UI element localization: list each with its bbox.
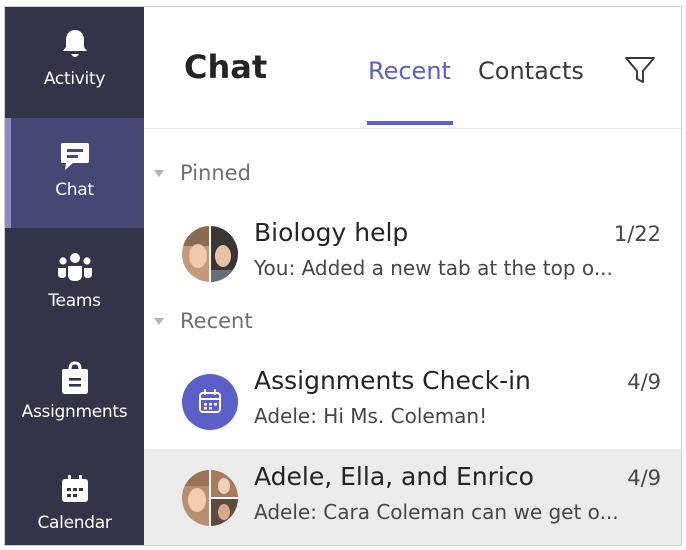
rail-label-activity: Activity [43,69,106,89]
teams-chat-window: Activity Chat Teams Assignments Calendar… [4,6,682,546]
chat-name: Assignments Check-in [254,366,531,395]
chat-date: 4/9 [627,370,661,394]
chat-date: 1/22 [613,222,661,246]
chat-row-adele-ella-enrico[interactable]: Adele, Ella, and Enrico 4/9 Adele: Cara … [144,449,681,545]
calendar-icon [57,471,93,507]
group-avatar [182,226,238,282]
section-label-pinned: Pinned [180,161,251,185]
caret-down-icon [154,169,164,177]
rail-item-calendar[interactable]: Calendar [5,451,144,545]
bell-icon [57,27,93,63]
chat-name: Adele, Ella, and Enrico [254,462,534,491]
rail-label-calendar: Calendar [37,513,112,533]
rail-item-assignments[interactable]: Assignments [5,340,144,450]
tab-contacts[interactable]: Contacts [478,57,584,85]
section-recent-header[interactable]: Recent [154,306,253,336]
active-tab-indicator [367,121,453,125]
tab-recent[interactable]: Recent [368,57,451,85]
chat-row-assignments-check-in[interactable]: Assignments Check-in 4/9 Adele: Hi Ms. C… [144,353,681,449]
chat-preview: Adele: Cara Coleman can we get o... [254,500,619,524]
rail-item-activity[interactable]: Activity [5,7,144,117]
calendar-avatar-icon [182,374,238,430]
app-rail: Activity Chat Teams Assignments Calendar [5,7,144,545]
chat-name: Biology help [254,218,409,247]
rail-item-chat[interactable]: Chat [5,118,144,228]
filter-icon[interactable] [622,52,658,88]
chat-preview: Adele: Hi Ms. Coleman! [254,404,488,428]
rail-item-teams[interactable]: Teams [5,229,144,339]
page-title: Chat [184,48,268,86]
teams-icon [57,249,93,285]
section-label-recent: Recent [180,309,253,333]
chat-header: Chat Recent Contacts [144,7,681,129]
rail-label-chat: Chat [55,180,94,200]
rail-label-assignments: Assignments [21,402,128,422]
section-pinned-header[interactable]: Pinned [154,158,251,188]
chat-row-biology-help[interactable]: Biology help 1/22 You: Added a new tab a… [144,205,681,301]
rail-label-teams: Teams [48,291,101,311]
caret-down-icon [154,317,164,325]
chat-preview: You: Added a new tab at the top o... [254,256,613,280]
group-avatar [182,470,238,526]
chat-date: 4/9 [627,466,661,490]
chat-icon [57,138,93,174]
assignments-icon [57,360,93,396]
